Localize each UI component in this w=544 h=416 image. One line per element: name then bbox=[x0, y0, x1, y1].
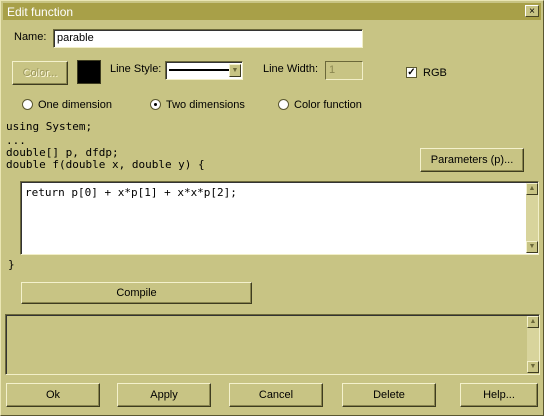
name-label: Name: bbox=[14, 31, 47, 43]
parameters-button[interactable]: Parameters (p)... bbox=[420, 148, 524, 172]
radio-two-dimensions[interactable] bbox=[150, 99, 161, 110]
color-button[interactable]: Color... bbox=[12, 61, 68, 85]
rgb-label: RGB bbox=[423, 67, 447, 79]
ok-button[interactable]: Ok bbox=[6, 383, 100, 407]
line-style-select[interactable]: ▼ bbox=[165, 61, 243, 80]
help-button[interactable]: Help... bbox=[460, 383, 538, 407]
name-input[interactable]: parable bbox=[53, 29, 363, 48]
delete-button[interactable]: Delete bbox=[342, 383, 436, 407]
line-width-input[interactable]: 1 bbox=[325, 61, 363, 80]
code-line-signature: double f(double x, double y) { bbox=[6, 158, 205, 171]
compile-button[interactable]: Compile bbox=[21, 282, 252, 304]
radio-two-dimensions-label: Two dimensions bbox=[166, 99, 245, 111]
scroll-down-icon[interactable]: ▼ bbox=[526, 241, 538, 253]
rgb-checkbox[interactable]: ✓ bbox=[406, 67, 417, 78]
compiler-output[interactable]: ▲ ▼ bbox=[5, 314, 540, 375]
color-swatch[interactable] bbox=[77, 60, 101, 84]
apply-button[interactable]: Apply bbox=[117, 383, 211, 407]
name-input-value: parable bbox=[57, 32, 94, 44]
line-style-sample bbox=[169, 69, 229, 71]
line-style-label: Line Style: bbox=[110, 63, 162, 75]
radio-one-dimension-label: One dimension bbox=[38, 99, 112, 111]
close-icon[interactable]: × bbox=[525, 5, 539, 17]
cancel-button[interactable]: Cancel bbox=[229, 383, 323, 407]
line-width-value: 1 bbox=[329, 64, 336, 76]
radio-color-function-label: Color function bbox=[294, 99, 362, 111]
line-width-label: Line Width: bbox=[263, 63, 319, 75]
code-line-using: using System; bbox=[6, 120, 93, 133]
output-scroll-up-icon[interactable]: ▲ bbox=[527, 316, 539, 328]
window-title: Edit function bbox=[7, 5, 74, 19]
title-bar[interactable]: Edit function × bbox=[3, 3, 541, 20]
scroll-up-icon[interactable]: ▲ bbox=[526, 183, 538, 195]
function-body-text: return p[0] + x*p[1] + x*x*p[2]; bbox=[25, 186, 237, 199]
output-scrollbar[interactable]: ▲ ▼ bbox=[527, 316, 539, 373]
editor-scrollbar[interactable]: ▲ ▼ bbox=[526, 183, 538, 253]
radio-selected-dot bbox=[154, 103, 157, 106]
output-scroll-down-icon[interactable]: ▼ bbox=[527, 361, 539, 373]
radio-color-function[interactable] bbox=[278, 99, 289, 110]
chevron-down-icon[interactable]: ▼ bbox=[229, 64, 241, 77]
function-body-editor[interactable]: return p[0] + x*p[1] + x*x*p[2]; ▲ ▼ bbox=[20, 181, 539, 255]
edit-function-dialog: Edit function × Name: parable Color... L… bbox=[0, 0, 544, 416]
code-line-closing-brace: } bbox=[8, 258, 15, 271]
radio-one-dimension[interactable] bbox=[22, 99, 33, 110]
